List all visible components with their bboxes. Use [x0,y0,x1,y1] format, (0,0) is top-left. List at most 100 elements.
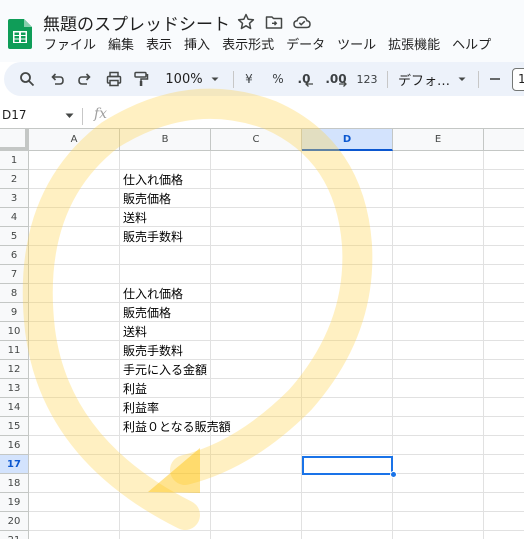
gridline [29,492,524,493]
row-header-16[interactable]: 16 [0,436,29,455]
row-header-21[interactable]: 21 [0,531,29,539]
row-header-17[interactable]: 17 [0,455,29,474]
select-all-corner[interactable] [0,129,29,151]
gridline [29,169,524,170]
cell-b5[interactable]: 販売手数料 [123,228,183,247]
search-menus-icon[interactable] [18,69,36,89]
row-header-13[interactable]: 13 [0,379,29,398]
menu-bar: ファイル 編集 表示 挿入 表示形式 データ ツール 拡張機能 ヘルプ [38,37,497,57]
column-header-b[interactable]: B [120,129,211,151]
menu-tools[interactable]: ツール [331,37,382,57]
row-header-14[interactable]: 14 [0,398,29,417]
document-title[interactable]: 無題のスプレッドシート [43,10,230,35]
more-formats-button[interactable]: 123 [355,69,379,89]
gridline [29,416,524,417]
font-dropdown-icon[interactable] [456,69,468,89]
column-header-c[interactable]: C [211,129,302,151]
decrease-decimal-arrow-icon [305,81,313,87]
fill-handle[interactable] [390,471,397,478]
cell-b12[interactable]: 手元に入る金額 [123,361,207,380]
print-icon[interactable] [105,69,123,89]
row-header-4[interactable]: 4 [0,208,29,227]
gridline [301,151,302,539]
menu-data[interactable]: データ [280,37,331,57]
gridline [119,151,120,539]
gridline [29,435,524,436]
row-header-19[interactable]: 19 [0,493,29,512]
menu-extensions[interactable]: 拡張機能 [382,37,446,57]
cloud-saved-icon[interactable] [292,12,312,32]
cell-b2[interactable]: 仕入れ価格 [123,171,183,190]
spreadsheet-grid[interactable]: A B C D E 1 2 3 4 5 6 7 8 9 10 11 12 13 … [0,128,524,539]
cell-b13[interactable]: 利益 [123,380,147,399]
row-header-2[interactable]: 2 [0,170,29,189]
gridline [29,207,524,208]
redo-icon[interactable] [76,69,94,89]
menu-help[interactable]: ヘルプ [446,37,497,57]
sheets-logo-icon[interactable] [8,19,32,49]
currency-format-button[interactable]: ¥ [240,69,258,89]
gridline [210,151,211,539]
column-header-d[interactable]: D [302,129,393,151]
column-header-e[interactable]: E [393,129,484,151]
row-header-1[interactable]: 1 [0,151,29,170]
row-header-5[interactable]: 5 [0,227,29,246]
row-header-8[interactable]: 8 [0,284,29,303]
gridline [29,454,524,455]
formula-bar-separator [82,108,83,125]
menu-edit[interactable]: 編集 [102,37,140,57]
cell-b14[interactable]: 利益率 [123,399,159,418]
gridline [29,340,524,341]
paint-format-icon[interactable] [132,69,150,89]
row-header-11[interactable]: 11 [0,341,29,360]
font-family-select[interactable]: デフォ… [397,69,451,89]
row-header-15[interactable]: 15 [0,417,29,436]
column-header-f[interactable] [484,129,524,151]
cell-b10[interactable]: 送料 [123,323,147,342]
formula-bar: D17 fx [0,104,524,128]
row-header-9[interactable]: 9 [0,303,29,322]
cell-b9[interactable]: 販売価格 [123,304,171,323]
font-size-value: 10 [518,72,524,86]
row-header-10[interactable]: 10 [0,322,29,341]
zoom-select[interactable]: 100% [164,69,204,89]
zoom-dropdown-icon[interactable] [209,69,221,89]
gridline [29,359,524,360]
row-header-7[interactable]: 7 [0,265,29,284]
row-header-20[interactable]: 20 [0,512,29,531]
gridline [29,511,524,512]
menu-insert[interactable]: 挿入 [178,37,216,57]
row-header-12[interactable]: 12 [0,360,29,379]
cell-b15[interactable]: 利益０となる販売額 [123,418,231,437]
percent-format-button[interactable]: % [269,69,287,89]
undo-icon[interactable] [48,69,66,89]
active-cell-d17[interactable] [302,456,393,475]
decrease-font-size-icon[interactable] [488,69,502,89]
gridline [29,188,524,189]
cell-b11[interactable]: 販売手数料 [123,342,183,361]
cell-b4[interactable]: 送料 [123,209,147,228]
gridline [29,245,524,246]
row-header-6[interactable]: 6 [0,246,29,265]
name-box-dropdown-icon[interactable] [65,113,74,119]
menu-format[interactable]: 表示形式 [216,37,280,57]
increase-decimal-arrow-icon [339,81,347,87]
row-header-3[interactable]: 3 [0,189,29,208]
cell-b3[interactable]: 販売価格 [123,190,171,209]
font-size-input[interactable]: 10 [512,68,524,91]
row-header-18[interactable]: 18 [0,474,29,493]
move-to-folder-icon[interactable] [264,12,284,32]
toolbar-separator [233,71,234,88]
title-bar: 無題のスプレッドシート ファイル 編集 表示 挿入 表示形式 データ ツール 拡… [0,0,524,62]
menu-file[interactable]: ファイル [38,37,102,57]
gridline [29,226,524,227]
column-header-a[interactable]: A [29,129,120,151]
gridline [29,302,524,303]
name-box[interactable]: D17 [2,108,27,122]
cell-b8[interactable]: 仕入れ価格 [123,285,183,304]
menu-view[interactable]: 表示 [140,37,178,57]
toolbar-separator [478,71,479,88]
star-icon[interactable] [236,12,256,32]
fx-icon: fx [94,106,108,122]
gridline [29,283,524,284]
